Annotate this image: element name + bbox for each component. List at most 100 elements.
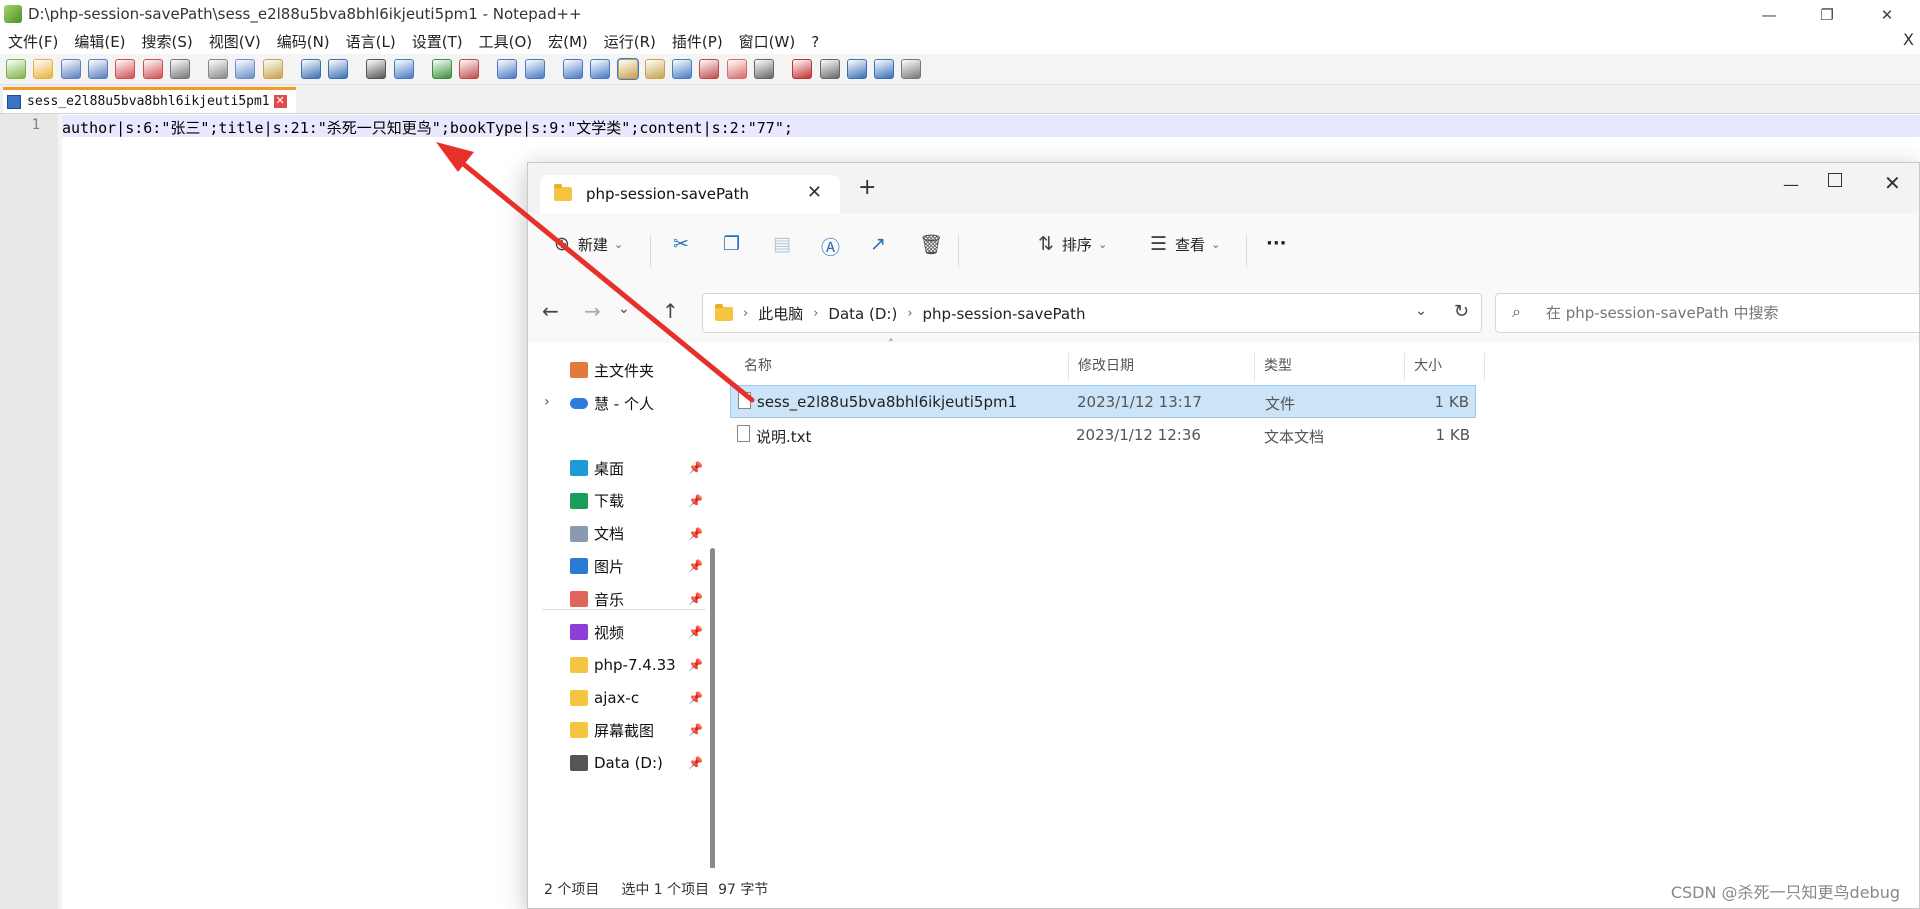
menu-item[interactable]: 语言(L) xyxy=(338,31,404,52)
pin-icon[interactable]: 📌 xyxy=(688,756,703,770)
copy-button[interactable]: ❐ xyxy=(723,233,740,255)
pin-icon[interactable]: 📌 xyxy=(688,559,703,573)
restore-button[interactable]: ❐ xyxy=(1798,0,1856,29)
function-list-icon[interactable] xyxy=(699,59,720,79)
chevron-down-icon[interactable]: ⌄ xyxy=(1415,303,1427,319)
close-all-icon[interactable] xyxy=(142,59,163,79)
refresh-icon[interactable]: ↻ xyxy=(1454,301,1469,322)
up-button[interactable]: ↑ xyxy=(662,299,679,323)
menu-item[interactable]: 运行(R) xyxy=(596,31,664,52)
save-macro-icon[interactable] xyxy=(901,59,922,79)
menu-item[interactable]: 插件(P) xyxy=(664,31,731,52)
sync-v-icon[interactable] xyxy=(497,59,518,79)
cut-icon[interactable] xyxy=(208,59,229,79)
close-tab-icon[interactable]: ✕ xyxy=(807,182,822,203)
nav-item-download[interactable]: 下载 xyxy=(570,484,624,518)
new-tab-button[interactable]: + xyxy=(858,175,876,200)
pin-icon[interactable]: 📌 xyxy=(688,691,703,705)
new-button[interactable]: ⊕ 新建 ⌄ xyxy=(554,233,623,255)
file-row[interactable]: 说明.txt 2023/1/12 12:36 文本文档 1 KB xyxy=(730,419,1476,452)
nav-item-drive[interactable]: Data (D:) xyxy=(570,746,663,780)
menu-close-doc-button[interactable]: X xyxy=(1903,30,1914,49)
monitor-icon[interactable] xyxy=(754,59,775,79)
play-macro-icon[interactable] xyxy=(846,59,867,79)
pin-icon[interactable]: 📌 xyxy=(688,527,703,541)
close-window-button[interactable]: ✕ xyxy=(1858,0,1916,29)
menu-item[interactable]: 搜索(S) xyxy=(134,31,201,52)
view-button[interactable]: ☰ 查看 ⌄ xyxy=(1150,233,1220,255)
doc-map-icon[interactable] xyxy=(672,59,693,79)
column-divider[interactable] xyxy=(1484,353,1485,381)
menu-item[interactable]: 文件(F) xyxy=(0,31,66,52)
replace-icon[interactable] xyxy=(393,59,414,79)
minimize-button[interactable]: — xyxy=(1740,0,1798,29)
more-button[interactable]: ··· xyxy=(1266,233,1287,254)
cut-button[interactable]: ✂ xyxy=(673,233,689,255)
indent-guide-icon[interactable] xyxy=(616,58,639,80)
expand-chevron-icon[interactable]: › xyxy=(544,394,550,410)
explorer-close-button[interactable]: ✕ xyxy=(1884,171,1901,195)
column-divider[interactable] xyxy=(1404,353,1405,381)
pin-icon[interactable]: 📌 xyxy=(688,461,703,475)
breadcrumb-this-pc[interactable]: 此电脑 xyxy=(758,303,803,324)
nav-item-pictures[interactable]: 图片 xyxy=(570,549,624,583)
search-box[interactable]: ⌕ xyxy=(1495,293,1919,333)
pin-icon[interactable]: 📌 xyxy=(688,625,703,639)
zoom-out-icon[interactable] xyxy=(459,59,480,79)
nav-item-desktop[interactable]: 桌面 xyxy=(570,451,624,485)
menu-item[interactable]: 窗口(W) xyxy=(731,31,804,52)
share-button[interactable]: ↗ xyxy=(870,233,886,255)
recent-locations-button[interactable]: ⌄ xyxy=(618,301,630,317)
paste-icon[interactable] xyxy=(262,59,283,79)
breadcrumb-drive[interactable]: Data (D:) xyxy=(828,305,897,323)
rename-button[interactable]: Ⓐ xyxy=(821,233,840,260)
file-row[interactable]: sess_e2l88u5bva8bhl6ikjeuti5pm1 2023/1/12… xyxy=(730,385,1476,418)
column-header-date[interactable]: 修改日期 xyxy=(1078,355,1134,375)
breadcrumb-folder[interactable]: php-session-savePath xyxy=(923,305,1086,323)
udl-icon[interactable] xyxy=(644,59,665,79)
pin-icon[interactable]: 📌 xyxy=(688,723,703,737)
open-icon[interactable] xyxy=(33,59,54,79)
column-header-size[interactable]: 大小 xyxy=(1414,355,1442,375)
menu-item[interactable]: 视图(V) xyxy=(201,31,269,52)
editor-code-line[interactable]: author|s:6:"张三";title|s:21:"杀死一只知更鸟";boo… xyxy=(62,117,793,138)
column-divider[interactable] xyxy=(1068,353,1069,381)
pin-icon[interactable]: 📌 xyxy=(688,658,703,672)
copy-icon[interactable] xyxy=(235,59,256,79)
pin-icon[interactable]: 📌 xyxy=(688,592,703,606)
forward-button[interactable]: → xyxy=(584,299,601,323)
explorer-tab[interactable]: php-session-savePath ✕ xyxy=(540,175,840,213)
menu-item[interactable]: 编码(N) xyxy=(269,31,338,52)
tab-close-icon[interactable]: ✕ xyxy=(273,95,287,108)
back-button[interactable]: ← xyxy=(542,299,559,323)
show-all-chars-icon[interactable] xyxy=(590,59,611,79)
nav-item-onedrive[interactable]: 慧 - 个人 xyxy=(570,386,654,420)
column-header-name[interactable]: 名称 xyxy=(744,355,772,375)
zoom-in-icon[interactable] xyxy=(431,59,452,79)
print-icon[interactable] xyxy=(169,59,190,79)
folder-workspace-icon[interactable] xyxy=(726,59,747,79)
find-icon[interactable] xyxy=(366,59,387,79)
column-divider[interactable] xyxy=(1254,353,1255,381)
column-header-type[interactable]: 类型 xyxy=(1264,355,1292,375)
nav-item-music[interactable]: 音乐 xyxy=(570,582,624,616)
menu-item[interactable]: 宏(M) xyxy=(540,31,596,52)
stop-macro-icon[interactable] xyxy=(819,59,840,79)
nav-item-videos[interactable]: 视频 xyxy=(570,615,624,649)
tab-session-file[interactable]: sess_e2l88u5bva8bhl6ikjeuti5pm1 ✕ xyxy=(3,87,296,113)
menu-item[interactable]: 工具(O) xyxy=(471,31,541,52)
menu-item[interactable]: ? xyxy=(803,33,827,51)
close-icon[interactable] xyxy=(115,59,136,79)
nav-item-home[interactable]: 主文件夹 xyxy=(570,353,654,387)
search-input[interactable] xyxy=(1544,303,1918,323)
redo-icon[interactable] xyxy=(328,59,349,79)
nav-item-folder[interactable]: 屏幕截图 xyxy=(570,713,654,747)
sync-h-icon[interactable] xyxy=(524,59,545,79)
menu-item[interactable]: 编辑(E) xyxy=(66,31,133,52)
new-icon[interactable] xyxy=(6,59,26,79)
nav-item-folder[interactable]: ajax-c xyxy=(570,681,639,715)
explorer-minimize-button[interactable]: — xyxy=(1783,175,1799,194)
address-bar[interactable]: › 此电脑 › Data (D:) › php-session-savePath… xyxy=(702,293,1482,333)
delete-button[interactable]: 🗑 xyxy=(919,233,943,256)
nav-item-documents[interactable]: 文档 xyxy=(570,517,624,551)
